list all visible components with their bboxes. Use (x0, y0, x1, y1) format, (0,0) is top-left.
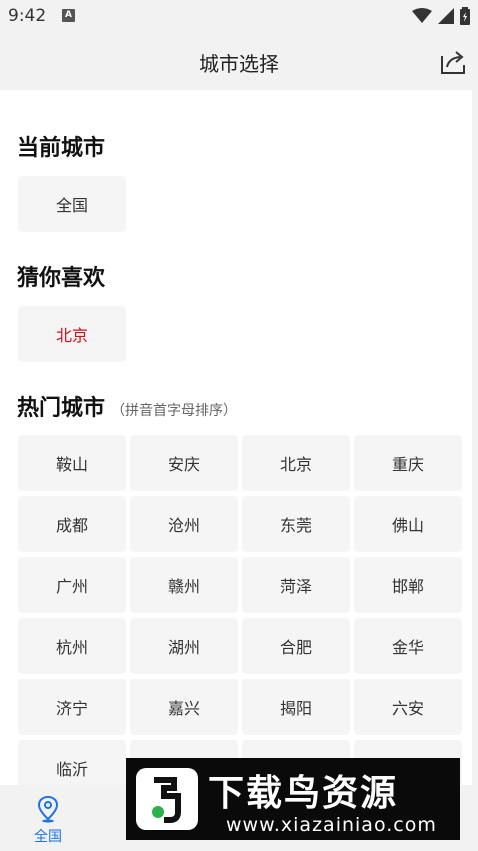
wifi-icon (412, 8, 432, 23)
share-icon (441, 51, 465, 74)
city-chip[interactable]: 杭州 (18, 618, 126, 674)
guess-heading: 猜你喜欢 (17, 266, 106, 291)
city-chip[interactable]: 安庆 (130, 435, 238, 491)
city-chip[interactable]: 揭阳 (242, 679, 350, 735)
status-icons (412, 7, 470, 25)
watermark-banner: 下载鸟资源 www.xiazainiao.com (126, 758, 460, 840)
scrollbar-track[interactable] (472, 90, 478, 785)
city-chip[interactable]: 邯郸 (354, 557, 462, 613)
city-chip[interactable]: 赣州 (130, 557, 238, 613)
current-city-heading: 当前城市 (17, 136, 106, 161)
city-list[interactable]: 当前城市 全国 猜你喜欢 北京 热门城市 （拼音首字母排序） 鞍山 安庆 北京 重… (0, 90, 472, 785)
guess-city-chip[interactable]: 北京 (18, 306, 126, 362)
city-chip[interactable]: 菏泽 (242, 557, 350, 613)
city-chip[interactable]: 嘉兴 (130, 679, 238, 735)
status-time: 9:42 (8, 6, 47, 26)
signal-icon (438, 8, 454, 24)
status-bar: 9:42 A (0, 0, 478, 34)
hot-cities-heading: 热门城市 （拼音首字母排序） (17, 390, 237, 422)
battery-icon (460, 7, 470, 25)
current-city-chip[interactable]: 全国 (18, 176, 126, 232)
nav-label: 全国 (34, 829, 62, 845)
share-button[interactable] (438, 47, 468, 77)
app-bar: 城市选择 (0, 34, 478, 90)
city-chip[interactable]: 沧州 (130, 496, 238, 552)
bird-logo-icon (136, 768, 198, 830)
city-chip[interactable]: 广州 (18, 557, 126, 613)
city-chip[interactable]: 合肥 (242, 618, 350, 674)
city-chip[interactable]: 金华 (354, 618, 462, 674)
watermark-title: 下载鸟资源 (208, 773, 399, 814)
city-chip[interactable]: 重庆 (354, 435, 462, 491)
page-title: 城市选择 (199, 52, 279, 76)
city-chip[interactable]: 佛山 (354, 496, 462, 552)
location-pin-icon (37, 795, 59, 823)
city-chip[interactable]: 东莞 (242, 496, 350, 552)
city-chip[interactable]: 成都 (18, 496, 126, 552)
city-chip[interactable]: 鞍山 (18, 435, 126, 491)
notification-icon: A (62, 9, 75, 22)
nav-item-nationwide[interactable]: 全国 (0, 785, 96, 851)
hot-cities-title: 热门城市 (17, 396, 106, 421)
city-chip[interactable]: 六安 (354, 679, 462, 735)
city-chip[interactable]: 湖州 (130, 618, 238, 674)
city-chip[interactable]: 临沂 (18, 740, 126, 785)
hot-cities-subtitle: （拼音首字母排序） (111, 403, 238, 419)
city-chip[interactable]: 北京 (242, 435, 350, 491)
watermark-url: www.xiazainiao.com (226, 814, 437, 836)
city-chip[interactable]: 济宁 (18, 679, 126, 735)
